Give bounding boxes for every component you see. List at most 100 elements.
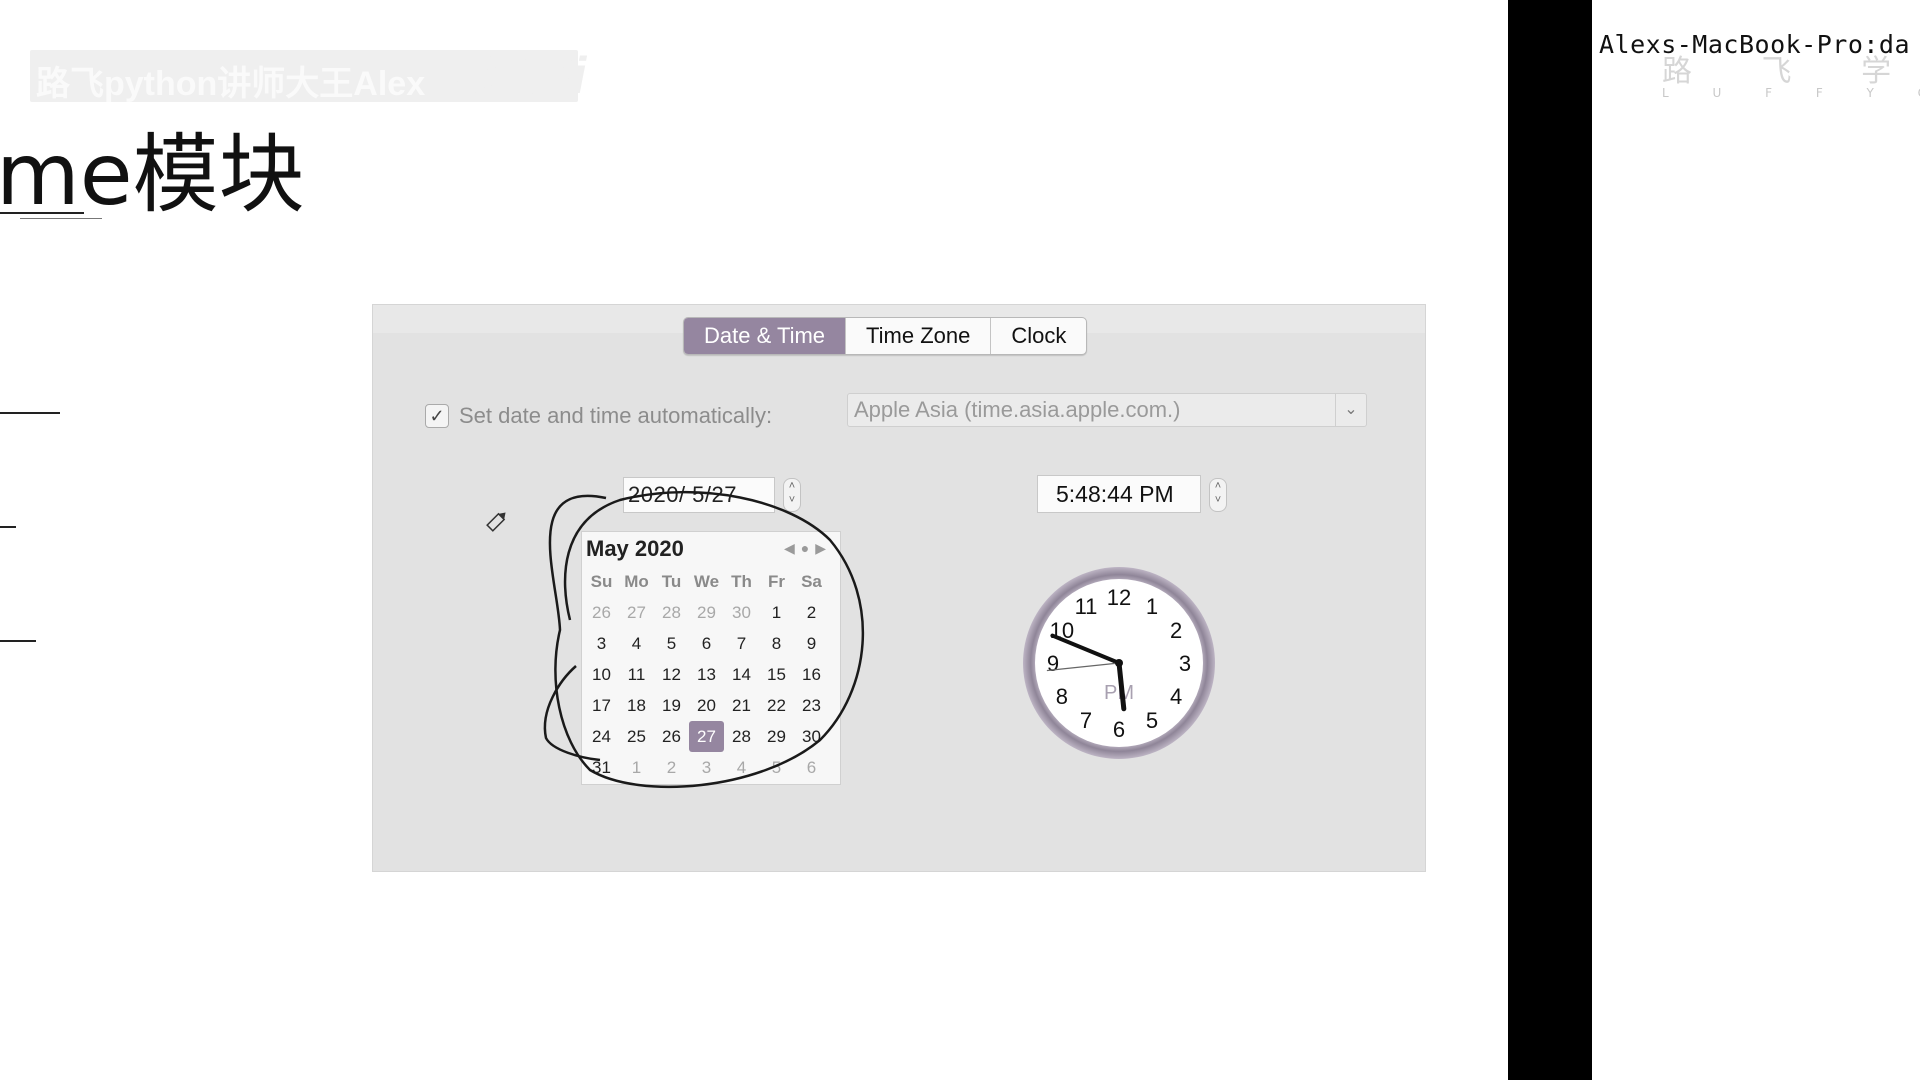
- terminal-window[interactable]: 路 飞 学 城 L U F F Y C I T Y Alexs-MacBook-…: [1592, 0, 1920, 1080]
- calendar-day[interactable]: 2: [654, 752, 689, 783]
- calendar-day[interactable]: 27: [619, 597, 654, 628]
- calendar-day[interactable]: 28: [654, 597, 689, 628]
- clock-numeral: 9: [1047, 651, 1059, 676]
- weekday-label: Mo: [624, 572, 649, 591]
- today-dot-icon[interactable]: ●: [801, 540, 815, 556]
- tab-time-zone[interactable]: Time Zone: [845, 318, 990, 354]
- calendar-day[interactable]: 18: [619, 690, 654, 721]
- calendar-week-row: 17 18 19 20 21 22 23: [584, 690, 829, 721]
- calendar-day[interactable]: 5: [759, 752, 794, 783]
- clock-numeral: 8: [1056, 684, 1068, 709]
- clock-hub: [1115, 659, 1123, 667]
- auto-set-label: Set date and time automatically:: [459, 403, 773, 428]
- calendar-week-row: 24 25 26 27 28 29 30: [584, 721, 829, 752]
- calendar-day[interactable]: 2: [794, 597, 829, 628]
- calendar-day[interactable]: 11: [619, 659, 654, 690]
- bullet-line: [0, 640, 36, 642]
- clock-numeral: 4: [1170, 684, 1182, 709]
- calendar-day[interactable]: 21: [724, 690, 759, 721]
- clock-numeral: 6: [1113, 717, 1125, 742]
- calendar-day[interactable]: 30: [794, 721, 829, 752]
- title-underline-2: [20, 218, 102, 219]
- time-stepper-icon[interactable]: ˄ ˅: [1209, 478, 1227, 512]
- bullet-line: [0, 526, 16, 528]
- date-value: 2020/ 5/27: [628, 482, 737, 507]
- calendar-day[interactable]: 3: [689, 752, 724, 783]
- calendar-day[interactable]: 23: [794, 690, 829, 721]
- bilibili-logo: bilibili: [436, 47, 587, 105]
- calendar-day[interactable]: 6: [794, 752, 829, 783]
- calendar-day[interactable]: 29: [689, 597, 724, 628]
- weekday-label: Tu: [661, 572, 682, 591]
- screen-divider: [1508, 0, 1592, 1080]
- tab-bar: Date & Time Time Zone Clock: [683, 317, 1088, 355]
- clock-numeral: 5: [1146, 708, 1158, 733]
- date-input[interactable]: 2020/ 5/27: [623, 477, 775, 513]
- clock-numeral: 2: [1170, 618, 1182, 643]
- calendar-day[interactable]: 17: [584, 690, 619, 721]
- calendar-day[interactable]: 3: [584, 628, 619, 659]
- auto-set-checkbox[interactable]: ✓: [425, 404, 449, 428]
- calendar-day[interactable]: 16: [794, 659, 829, 690]
- calendar-day[interactable]: 1: [759, 597, 794, 628]
- calendar-day[interactable]: 6: [689, 628, 724, 659]
- calendar-grid: Su Mo Tu We Th Fr Sa 26 27 28 29 30 1 2 3 4 5 6 7 8 9 10 11 12 1…: [584, 566, 829, 783]
- calendar-day[interactable]: 4: [619, 628, 654, 659]
- calendar-day[interactable]: 13: [689, 659, 724, 690]
- chevron-down-icon[interactable]: ⌄: [1335, 394, 1366, 426]
- tab-date-time[interactable]: Date & Time: [684, 318, 846, 354]
- weekday-label: Th: [731, 572, 752, 591]
- calendar-day[interactable]: 15: [759, 659, 794, 690]
- calendar-day[interactable]: 29: [759, 721, 794, 752]
- calendar-day[interactable]: 19: [654, 690, 689, 721]
- calendar-day[interactable]: 12: [654, 659, 689, 690]
- calendar-day[interactable]: 28: [724, 721, 759, 752]
- calendar-day[interactable]: 22: [759, 690, 794, 721]
- clock-numeral: 12: [1107, 585, 1131, 610]
- weekday-label: Sa: [801, 572, 822, 591]
- calendar-day[interactable]: 24: [584, 721, 619, 752]
- calendar-day[interactable]: 26: [584, 597, 619, 628]
- calendar-day[interactable]: 1: [619, 752, 654, 783]
- calendar-day[interactable]: 4: [724, 752, 759, 783]
- terminal-prompt: Alexs-MacBook-Pro:da: [1599, 30, 1911, 59]
- calendar-day[interactable]: 27: [689, 721, 724, 752]
- calendar-day[interactable]: 25: [619, 721, 654, 752]
- time-value: 5:48:44 PM: [1056, 481, 1174, 507]
- calendar-day[interactable]: 20: [689, 690, 724, 721]
- date-stepper-icon[interactable]: ˄ ˅: [783, 478, 801, 512]
- slide-canvas: 路飞python讲师大王Alex bilibili me模块 Date & Ti…: [0, 0, 1508, 1080]
- clock-numeral: 7: [1080, 708, 1092, 733]
- calendar-day[interactable]: 30: [724, 597, 759, 628]
- clock-numeral: 3: [1179, 651, 1191, 676]
- time-input[interactable]: 5:48:44 PM: [1037, 475, 1201, 513]
- time-server-value: Apple Asia (time.asia.apple.com.): [854, 397, 1181, 422]
- luffycity-watermark-en: L U F F Y C I T Y: [1662, 86, 1920, 100]
- calendar-day[interactable]: 31: [584, 752, 619, 783]
- calendar-nav: ◀●▶: [784, 540, 832, 557]
- calendar-day[interactable]: 9: [794, 628, 829, 659]
- slide-title: me模块: [0, 125, 305, 225]
- calendar-weekday-row: Su Mo Tu We Th Fr Sa: [584, 566, 829, 597]
- calendar-day[interactable]: 8: [759, 628, 794, 659]
- tab-clock[interactable]: Clock: [990, 318, 1086, 354]
- prev-arrow-icon[interactable]: ◀: [784, 540, 801, 556]
- calendar-day[interactable]: 26: [654, 721, 689, 752]
- calendar-day[interactable]: 14: [724, 659, 759, 690]
- calendar-week-row: 3456789: [584, 628, 829, 659]
- weekday-label: We: [693, 572, 720, 591]
- calendar-week-row: 10 11 12 13 14 15 16: [584, 659, 829, 690]
- calendar-day[interactable]: 5: [654, 628, 689, 659]
- clock-numeral: 11: [1075, 594, 1098, 619]
- title-underline: [0, 212, 84, 214]
- calendar-week-row: 31 1 2 3 4 5 6: [584, 752, 829, 783]
- weekday-label: Su: [590, 572, 613, 591]
- next-arrow-icon[interactable]: ▶: [815, 540, 832, 556]
- calendar-day[interactable]: 7: [724, 628, 759, 659]
- time-server-select[interactable]: Apple Asia (time.asia.apple.com.) ⌄: [847, 393, 1367, 427]
- month-calendar: May 2020 ◀●▶ Su Mo Tu We Th Fr Sa 26 27 28 29 30 1 2 3…: [581, 531, 841, 785]
- clock-numeral: 1: [1146, 594, 1158, 619]
- bullet-line: [0, 412, 60, 414]
- weekday-label: Fr: [768, 572, 785, 591]
- calendar-day[interactable]: 10: [584, 659, 619, 690]
